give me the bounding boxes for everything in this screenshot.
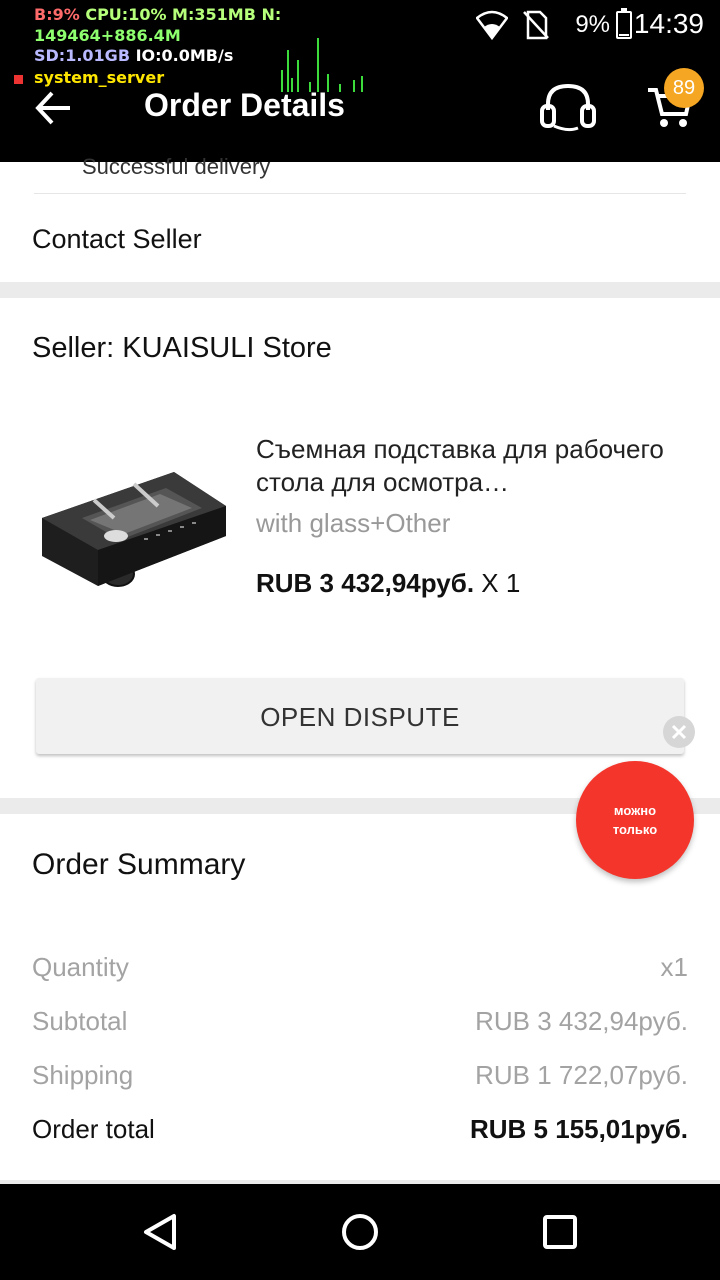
- back-arrow-icon[interactable]: [34, 88, 74, 128]
- wifi-icon: [476, 10, 508, 40]
- screen: 9% 14:39 B:9% CPU:10% M:351MB N: 149464+…: [0, 0, 720, 1280]
- order-summary-heading: Order Summary: [32, 848, 246, 881]
- promo-line-1: можно: [613, 803, 657, 818]
- battery-icon: [616, 8, 632, 39]
- summary-value: RUB 5 155,01руб.: [469, 1114, 688, 1144]
- debug-battery-text: B:9%: [34, 5, 86, 24]
- debug-indicator: [14, 75, 23, 84]
- open-dispute-button[interactable]: OPEN DISPUTE: [36, 678, 684, 754]
- summary-value: x1: [660, 952, 688, 982]
- debug-process: system_server: [34, 68, 165, 87]
- divider: [34, 193, 686, 194]
- product-quantity: X 1: [474, 568, 521, 598]
- promo-bubble[interactable]: можно только: [576, 761, 694, 879]
- product-price: RUB 3 432,94руб.: [256, 568, 475, 598]
- headset-icon[interactable]: [538, 80, 598, 134]
- cart-count-badge: 89: [664, 68, 704, 108]
- nav-back-icon[interactable]: [140, 1212, 180, 1252]
- seller-card: Seller: KUAISULI Store Съемная подставка…: [0, 298, 720, 798]
- debug-cpu-line: B:9% CPU:10% M:351MB N:: [34, 4, 281, 25]
- debug-cpu-text: CPU:10% M:351MB N:: [85, 5, 282, 24]
- page-title: Order Details: [144, 87, 345, 123]
- seller-name[interactable]: Seller: KUAISULI Store: [32, 332, 332, 365]
- debug-overlay: B:9% CPU:10% M:351MB N: 149464+886.4M SD…: [0, 0, 370, 92]
- product-thumbnail[interactable]: [34, 446, 234, 626]
- promo-close-button[interactable]: [663, 716, 695, 748]
- battery-fill: [619, 34, 629, 36]
- promo-line-2: только: [612, 822, 658, 837]
- tracking-previous-step: Successful delivery: [82, 154, 271, 179]
- no-sim-icon: [523, 10, 549, 40]
- battery-percent: 9%: [575, 11, 610, 38]
- nav-home-icon[interactable]: [340, 1212, 380, 1252]
- summary-label: Shipping: [32, 1060, 134, 1090]
- clock: 14:39: [633, 8, 704, 39]
- debug-io-line: SD:1.01GB IO:0.0MB/s: [34, 45, 233, 66]
- summary-label: Subtotal: [32, 1006, 128, 1036]
- product-variant: with glass+Other: [256, 508, 451, 538]
- summary-value: RUB 3 432,94руб.: [475, 1006, 688, 1036]
- debug-sd-text: SD:1.01GB: [34, 46, 131, 65]
- debug-net-line: 149464+886.4M: [34, 26, 181, 45]
- summary-label: Order total: [32, 1114, 155, 1144]
- summary-label: Quantity: [32, 952, 129, 982]
- product-price-line: RUB 3 432,94руб. X 1: [256, 568, 520, 599]
- tracking-card: Successful delivery Contact Seller: [0, 154, 720, 282]
- nav-recents-icon[interactable]: [540, 1212, 580, 1252]
- close-icon: [671, 724, 687, 740]
- summary-value: RUB 1 722,07руб.: [475, 1060, 688, 1090]
- contact-seller-link[interactable]: Contact Seller: [32, 224, 202, 255]
- navigation-bar: [0, 1184, 720, 1280]
- product-name[interactable]: Съемная подставка для рабочего стола для…: [256, 433, 676, 499]
- debug-io-text: IO:0.0MB/s: [130, 46, 234, 65]
- debug-graph: [281, 38, 363, 92]
